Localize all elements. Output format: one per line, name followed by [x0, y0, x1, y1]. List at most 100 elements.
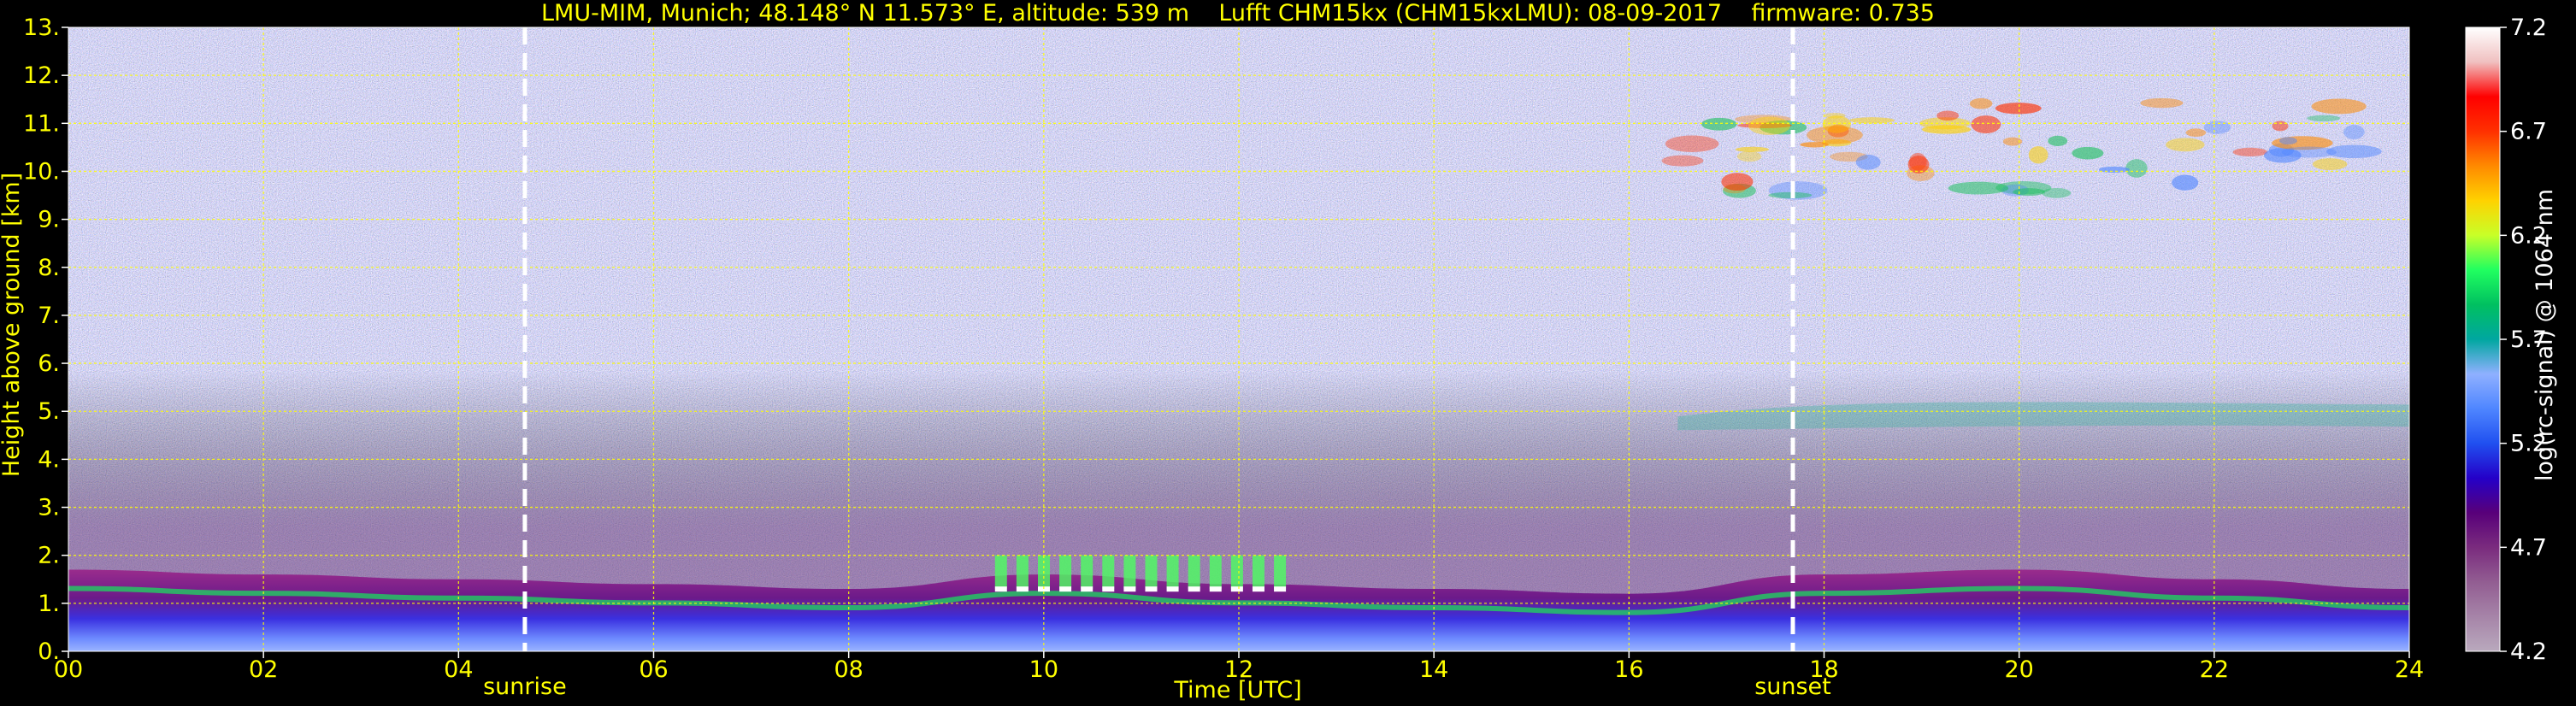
- cirrus-patch: [1948, 181, 2009, 195]
- cloud-base-mark: [1209, 586, 1222, 592]
- cirrus-patch: [1768, 191, 1813, 199]
- cirrus-patch: [2311, 98, 2367, 115]
- y-tick-label: 11.: [23, 110, 60, 137]
- colorbar-tick-label: 6.7: [2510, 119, 2547, 145]
- cirrus-patch: [2098, 166, 2130, 174]
- cloud-base-mark: [1102, 586, 1115, 592]
- y-tick-label: 5.: [38, 398, 60, 425]
- cloud-base-mark: [1081, 586, 1093, 592]
- cloud-base-mark: [1123, 586, 1136, 592]
- cloud-base-mark: [1059, 586, 1072, 592]
- cirrus-patch: [2166, 138, 2205, 152]
- cloud-base-mark: [994, 586, 1007, 592]
- colorbar-tick-label: 7.2: [2510, 15, 2547, 41]
- x-axis-label: Time [UTC]: [1173, 677, 1301, 703]
- cirrus-patch: [2072, 146, 2104, 160]
- cirrus-patch: [1748, 116, 1790, 135]
- x-tick-label: 22: [2200, 656, 2229, 683]
- cirrus-patch: [2140, 97, 2184, 109]
- cirrus-patch: [2048, 135, 2068, 146]
- cloud-base-mark: [1274, 586, 1287, 592]
- x-tick-label: 16: [1614, 656, 1643, 683]
- colorbar: [2465, 26, 2501, 652]
- cloud-top-column: [1252, 555, 1264, 589]
- x-tick-label: 14: [1419, 656, 1448, 683]
- cirrus-patch: [2013, 188, 2046, 197]
- cloud-base-mark: [1252, 586, 1264, 592]
- cirrus-patch: [2272, 121, 2289, 132]
- ceilometer-chart: 0.1.2.3.4.5.6.7.8.9.10.11.12.13. 00 02 04 0…: [0, 0, 2558, 703]
- x-tick-label: 20: [2004, 656, 2033, 683]
- cirrus-patch: [2042, 187, 2072, 198]
- cirrus-patch: [1969, 97, 1993, 109]
- x-tick-label: 04: [444, 656, 473, 683]
- cloud-top-column: [1188, 555, 1200, 589]
- y-tick-label: 4.: [38, 446, 60, 473]
- y-axis-ticks: 0.1.2.3.4.5.6.7.8.9.10.11.12.13.: [23, 15, 68, 665]
- cloud-top-column: [1081, 555, 1093, 589]
- cirrus-patch: [1661, 155, 1704, 167]
- sunrise-label: sunrise: [483, 674, 567, 700]
- colorbar-tick-label: 4.7: [2510, 534, 2547, 561]
- x-tick-label: 10: [1029, 656, 1058, 683]
- cirrus-patch: [1721, 173, 1754, 191]
- cloud-top-column: [1102, 555, 1115, 589]
- y-tick-label: 8.: [38, 255, 60, 281]
- cirrus-patch: [2125, 159, 2148, 178]
- cloud-top-column: [1059, 555, 1072, 589]
- colorbar-tick-label: 4.2: [2510, 638, 2547, 665]
- cirrus-patch: [1936, 110, 1960, 121]
- cloud-top-column: [1123, 555, 1136, 589]
- cirrus-patch: [2185, 128, 2207, 138]
- cirrus-patch: [2172, 174, 2199, 191]
- cloud-base-mark: [1166, 586, 1179, 592]
- cirrus-patch: [2232, 147, 2268, 157]
- colorbar-label: log(rc-signal) @ 1064 nm: [2532, 189, 2558, 481]
- cirrus-patch: [2279, 137, 2297, 145]
- x-tick-label: 02: [249, 656, 278, 683]
- y-tick-label: 1.: [38, 591, 60, 617]
- x-tick-label: 08: [834, 656, 863, 683]
- cirrus-patch: [1736, 150, 1762, 162]
- cirrus-patch: [1665, 135, 1719, 152]
- cloud-top-column: [1016, 555, 1029, 589]
- colorbar-scale: [2465, 26, 2501, 652]
- y-tick-label: 12.: [23, 62, 60, 89]
- cirrus-patch: [2028, 146, 2048, 164]
- cloud-base-mark: [1016, 586, 1029, 592]
- cirrus-patch: [2307, 115, 2341, 122]
- cloud-top-column: [1166, 555, 1179, 589]
- cloud-top-column: [1274, 555, 1287, 589]
- cloud-base-mark: [1145, 586, 1158, 592]
- sunset-label: sunset: [1754, 674, 1831, 700]
- cirrus-patch: [1735, 146, 1770, 152]
- cloud-top-column: [994, 555, 1007, 589]
- y-tick-label: 6.: [38, 350, 60, 377]
- y-tick-label: 13.: [23, 15, 60, 41]
- y-tick-label: 9.: [38, 207, 60, 233]
- x-tick-label: 06: [639, 656, 668, 683]
- cloud-top-column: [1209, 555, 1222, 589]
- x-tick-label: 24: [2395, 656, 2424, 683]
- cirrus-patch: [1907, 156, 1930, 174]
- cirrus-patch: [1849, 117, 1895, 124]
- y-tick-label: 2.: [38, 543, 60, 569]
- cirrus-patch: [2312, 158, 2348, 171]
- cloud-top-column: [1145, 555, 1158, 589]
- cirrus-patch: [1855, 154, 1881, 170]
- cloud-base-mark: [1188, 586, 1200, 592]
- y-axis-label: Height above ground [km]: [0, 173, 25, 477]
- cirrus-patch: [1995, 103, 2042, 115]
- cloud-base-mark: [1230, 586, 1243, 592]
- cirrus-patch: [1971, 115, 2001, 134]
- y-tick-label: 3.: [38, 495, 60, 521]
- cirrus-patch: [2281, 146, 2337, 158]
- cirrus-patch: [1701, 117, 1737, 131]
- cirrus-patch: [1807, 126, 1863, 144]
- chart-title: LMU-MIM, Munich; 48.148° N 11.573° E, al…: [541, 0, 1935, 26]
- cirrus-patch: [2343, 125, 2365, 139]
- y-tick-label: 10.: [23, 158, 60, 185]
- y-tick-label: 7.: [38, 303, 60, 329]
- x-tick-label: 00: [54, 656, 83, 683]
- cloud-top-column: [1230, 555, 1243, 589]
